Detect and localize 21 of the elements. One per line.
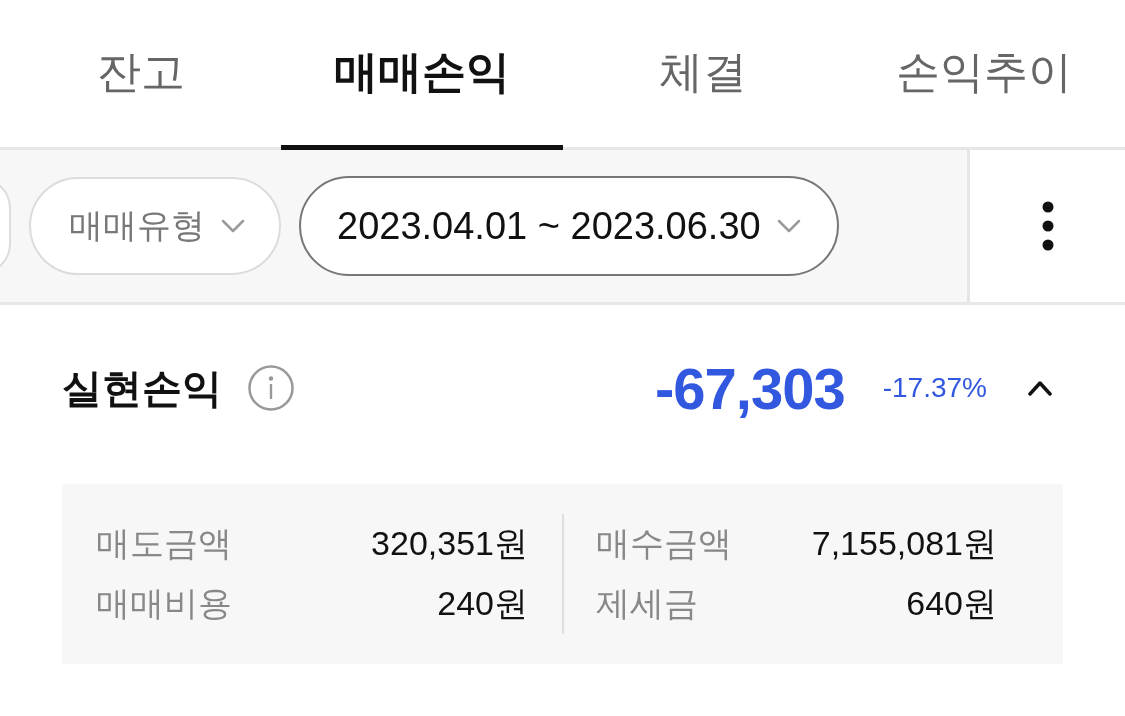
profit-rate: -17.37% bbox=[882, 372, 987, 404]
collapse-caret-icon[interactable] bbox=[1027, 380, 1053, 396]
more-menu-icon[interactable] bbox=[1040, 200, 1055, 252]
profit-amount: -67,303 bbox=[655, 354, 845, 422]
detail-label: 제세금 bbox=[596, 583, 698, 624]
chevron-down-icon bbox=[221, 219, 245, 233]
detail-value: 240원 bbox=[437, 583, 528, 624]
section-title: 실현손익 bbox=[62, 364, 222, 412]
chevron-down-icon bbox=[776, 219, 801, 233]
tab[interactable]: 체결 bbox=[562, 0, 844, 150]
tab[interactable]: 잔고 bbox=[0, 0, 282, 150]
detail-label: 매매비용 bbox=[96, 583, 232, 624]
detail-value: 640원 bbox=[906, 583, 997, 624]
detail-label: 매수금액 bbox=[596, 523, 732, 564]
detail-value: 320,351원 bbox=[371, 523, 528, 564]
tab[interactable]: 손익추이 bbox=[843, 0, 1125, 150]
filter-chip[interactable]: 매매유형 bbox=[29, 177, 281, 275]
detail-label: 매도금액 bbox=[96, 523, 232, 564]
detail-value: 7,155,081원 bbox=[811, 523, 997, 564]
filter-chip[interactable]: 2023.04.01 ~ 2023.06.30 bbox=[299, 176, 839, 276]
info-icon[interactable] bbox=[248, 365, 294, 411]
